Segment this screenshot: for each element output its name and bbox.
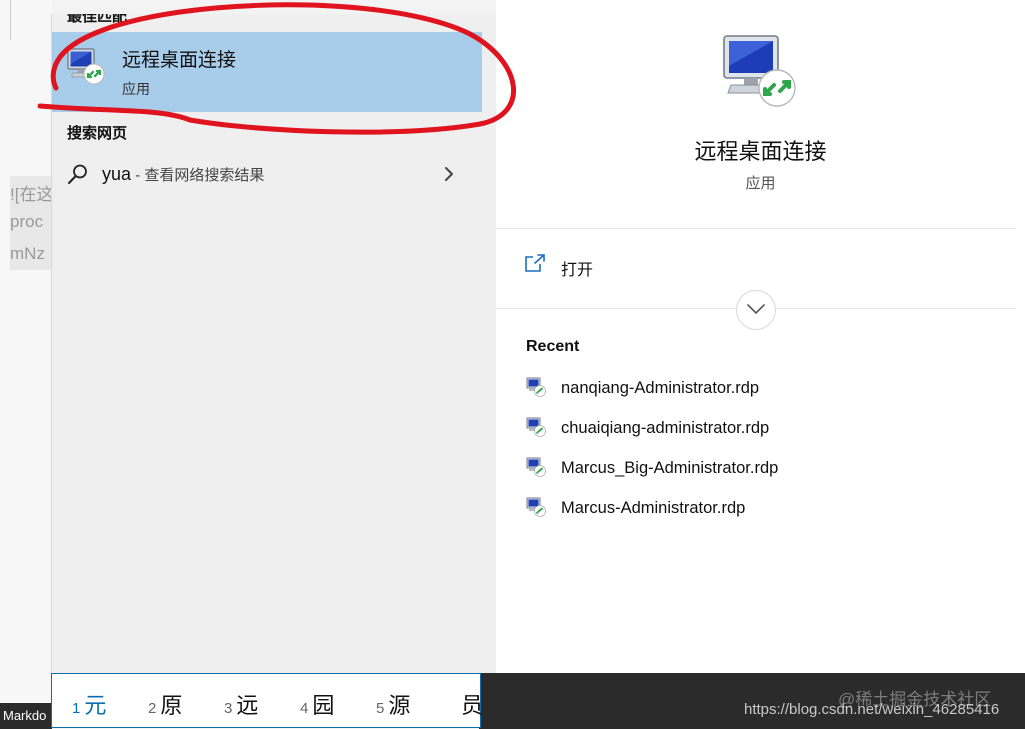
candidate-number: 3 [224, 700, 233, 717]
recent-item-label: nanqiang-Administrator.rdp [561, 379, 760, 397]
background-editor: ![在这 proc mNz [0, 0, 54, 729]
taskbar-app[interactable]: Markdo [0, 703, 52, 729]
rdp-file-icon [526, 417, 546, 437]
expand-button[interactable] [736, 290, 776, 330]
best-match-heading: 最佳匹配 [67, 14, 128, 25]
rdp-file-icon [526, 377, 546, 397]
open-action[interactable]: 打开 [524, 252, 724, 280]
remote-desktop-icon [723, 35, 796, 107]
details-panel: 远程桌面连接 应用 打开 Recent nanqiang-Administrat… [496, 0, 1025, 674]
ime-candidate[interactable]: 3远 [224, 688, 258, 720]
chevron-right-icon[interactable] [442, 165, 456, 183]
recent-item[interactable]: chuaiqiang-administrator.rdp [526, 415, 1006, 445]
recent-item-label: Marcus_Big-Administrator.rdp [561, 459, 779, 477]
editor-text-line: mNz [10, 244, 45, 263]
remote-desktop-icon [67, 48, 105, 85]
open-label: 打开 [561, 262, 594, 279]
recent-item[interactable]: Marcus-Administrator.rdp [526, 495, 1006, 525]
web-search-heading: 搜索网页 [67, 125, 128, 142]
query-hint: - 查看网络搜索结果 [131, 167, 265, 184]
recent-item-label: chuaiqiang-administrator.rdp [561, 419, 770, 437]
candidate-number: 5 [376, 700, 385, 717]
candidate-char: 元 [84, 693, 107, 718]
rdp-file-icon [526, 457, 546, 477]
editor-guide-line [10, 0, 11, 40]
ime-candidate[interactable]: 4园 [300, 688, 334, 720]
ime-candidate-bar: 1元 2原 3远 4园 5源 员 [51, 673, 483, 728]
recent-item[interactable]: nanqiang-Administrator.rdp [526, 375, 1006, 405]
chevron-down-icon [747, 304, 765, 315]
search-icon [68, 164, 87, 184]
web-search-item[interactable]: yua - 查看网络搜索结果 [52, 154, 482, 198]
best-match-item[interactable]: 远程桌面连接 应用 [52, 32, 482, 112]
candidate-number: 4 [300, 700, 309, 717]
ime-candidate[interactable]: 员 [457, 688, 483, 720]
query-text: yua [102, 164, 132, 184]
best-match-type: 应用 [122, 81, 150, 97]
candidate-number: 2 [148, 700, 157, 717]
candidate-char: 原 [160, 693, 183, 718]
candidate-char: 远 [236, 693, 259, 718]
candidate-char: 源 [388, 693, 411, 718]
candidate-char: 园 [312, 693, 335, 718]
recent-heading: Recent [526, 338, 580, 355]
app-title: 远程桌面连接 [694, 139, 827, 164]
web-search-query: yua - 查看网络搜索结果 [102, 164, 264, 185]
ime-candidate[interactable]: 1元 [72, 688, 106, 720]
watermark-url: https://blog.csdn.net/weixin_46285416 [744, 701, 1000, 718]
taskbar-app-label: Markdo [3, 708, 47, 723]
divider [496, 228, 1016, 229]
editor-text-line: proc [10, 212, 44, 231]
candidate-number: 1 [72, 700, 81, 717]
editor-text-line: ![在这 [10, 185, 54, 204]
ime-candidate[interactable]: 2原 [148, 688, 182, 720]
open-icon [525, 254, 545, 272]
best-match-name: 远程桌面连接 [122, 50, 237, 71]
recent-item[interactable]: Marcus_Big-Administrator.rdp [526, 455, 1006, 485]
candidate-char: 员 [461, 693, 484, 718]
rdp-file-icon [526, 497, 546, 517]
search-results-panel: 最佳匹配 远程桌面连接 应用 搜索网页 yua - 查看网络搜索结果 [51, 14, 497, 674]
recent-item-label: Marcus-Administrator.rdp [561, 499, 746, 517]
app-subtitle: 应用 [745, 175, 776, 192]
ime-candidate[interactable]: 5源 [376, 688, 410, 720]
